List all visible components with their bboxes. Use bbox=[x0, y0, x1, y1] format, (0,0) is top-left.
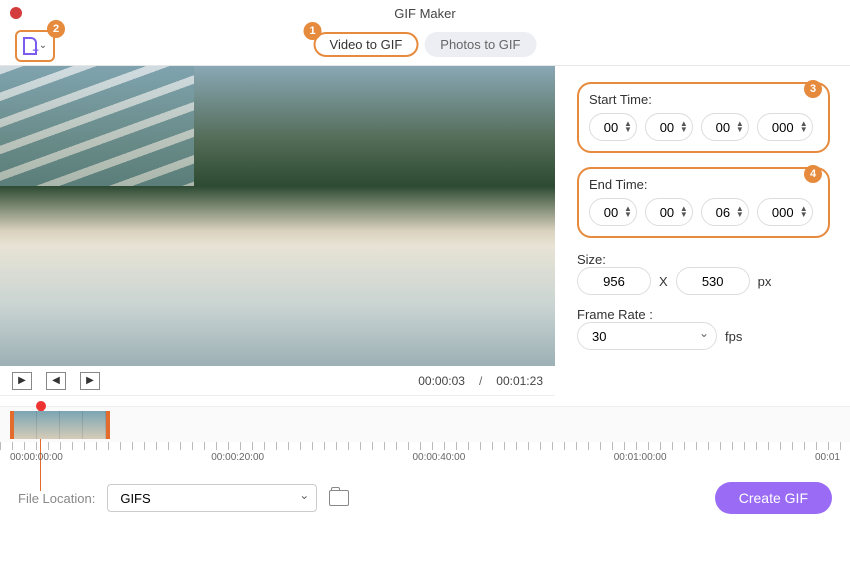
window-title: GIF Maker bbox=[394, 6, 455, 21]
document-plus-icon bbox=[23, 37, 37, 55]
clip-track[interactable] bbox=[0, 406, 850, 442]
height-input[interactable] bbox=[676, 267, 750, 295]
time-separator: / bbox=[479, 374, 482, 388]
file-location-label: File Location: bbox=[18, 491, 95, 506]
mode-tabs: 1 Video to GIF Photos to GIF bbox=[314, 32, 537, 57]
settings-panel: 3 Start Time: ▲▼ ▲▼ ▲▼ ▲▼ 4 End Time: ▲▼… bbox=[555, 66, 850, 396]
tab-label: Photos to GIF bbox=[440, 37, 520, 52]
current-time: 00:00:03 bbox=[418, 374, 465, 388]
step-back-button[interactable]: ◀ bbox=[46, 372, 66, 390]
stepper-arrows-icon[interactable]: ▲▼ bbox=[734, 121, 744, 133]
clip-thumb bbox=[14, 411, 37, 439]
file-location-select[interactable]: GIFS bbox=[107, 484, 317, 512]
toolbar: ⌄ 2 1 Video to GIF Photos to GIF bbox=[0, 26, 850, 66]
size-x-label: X bbox=[659, 274, 668, 289]
end-minutes-input[interactable] bbox=[656, 205, 678, 220]
callout-badge-2: 2 bbox=[47, 20, 65, 38]
stepper-arrows-icon[interactable]: ▲▼ bbox=[678, 121, 688, 133]
size-group: Size: X px bbox=[577, 252, 830, 295]
frame-rate-unit: fps bbox=[725, 329, 742, 344]
step-forward-button[interactable]: ▶ bbox=[80, 372, 100, 390]
clip-thumb bbox=[37, 411, 60, 439]
callout-badge-3: 3 bbox=[804, 80, 822, 98]
end-minutes-stepper[interactable]: ▲▼ bbox=[645, 198, 693, 226]
stepper-arrows-icon[interactable]: ▲▼ bbox=[622, 121, 632, 133]
create-gif-button[interactable]: Create GIF bbox=[715, 482, 832, 514]
size-unit-label: px bbox=[758, 274, 772, 289]
import-media-button[interactable]: ⌄ 2 bbox=[15, 30, 55, 62]
frame-rate-group: Frame Rate : 30 fps bbox=[577, 307, 830, 350]
frame-rate-label: Frame Rate : bbox=[577, 307, 653, 322]
clip-selection[interactable] bbox=[10, 411, 110, 439]
stepper-arrows-icon[interactable]: ▲▼ bbox=[734, 206, 744, 218]
ruler-mark: 00:00:20:00 bbox=[211, 452, 264, 478]
video-preview bbox=[0, 66, 555, 366]
start-ms-stepper[interactable]: ▲▼ bbox=[757, 113, 813, 141]
start-time-group: 3 Start Time: ▲▼ ▲▼ ▲▼ ▲▼ bbox=[577, 82, 830, 153]
stepper-arrows-icon[interactable]: ▲▼ bbox=[798, 121, 808, 133]
start-seconds-input[interactable] bbox=[712, 120, 734, 135]
ruler-ticks bbox=[0, 442, 850, 450]
ruler-mark: 00:01 bbox=[815, 452, 840, 478]
start-ms-input[interactable] bbox=[768, 120, 798, 135]
end-seconds-stepper[interactable]: ▲▼ bbox=[701, 198, 749, 226]
end-seconds-input[interactable] bbox=[712, 205, 734, 220]
end-ms-input[interactable] bbox=[768, 205, 798, 220]
stepper-arrows-icon[interactable]: ▲▼ bbox=[798, 206, 808, 218]
callout-badge-1: 1 bbox=[304, 22, 322, 40]
start-seconds-stepper[interactable]: ▲▼ bbox=[701, 113, 749, 141]
size-label: Size: bbox=[577, 252, 606, 267]
stepper-arrows-icon[interactable]: ▲▼ bbox=[678, 206, 688, 218]
start-time-label: Start Time: bbox=[589, 92, 818, 107]
ruler-mark: 00:00:40:00 bbox=[412, 452, 465, 478]
browse-folder-button[interactable] bbox=[329, 490, 349, 506]
end-hours-input[interactable] bbox=[600, 205, 622, 220]
close-window-button[interactable] bbox=[10, 7, 22, 19]
play-button[interactable]: ▶ bbox=[12, 372, 32, 390]
tab-video-to-gif[interactable]: 1 Video to GIF bbox=[314, 32, 419, 57]
start-hours-stepper[interactable]: ▲▼ bbox=[589, 113, 637, 141]
time-ruler: 00:00:00:00 00:00:20:00 00:00:40:00 00:0… bbox=[0, 442, 850, 468]
player-controls: ▶ ◀ ▶ 00:00:03 / 00:01:23 bbox=[0, 366, 555, 396]
total-duration: 00:01:23 bbox=[496, 374, 543, 388]
chevron-down-icon: ⌄ bbox=[39, 40, 47, 51]
callout-badge-4: 4 bbox=[804, 165, 822, 183]
tab-photos-to-gif[interactable]: Photos to GIF bbox=[424, 32, 536, 57]
stepper-arrows-icon[interactable]: ▲▼ bbox=[622, 206, 632, 218]
end-time-label: End Time: bbox=[589, 177, 818, 192]
width-input[interactable] bbox=[577, 267, 651, 295]
end-time-group: 4 End Time: ▲▼ ▲▼ ▲▼ ▲▼ bbox=[577, 167, 830, 238]
bottom-bar: File Location: GIFS Create GIF bbox=[0, 474, 850, 522]
tab-label: Video to GIF bbox=[330, 37, 403, 52]
end-ms-stepper[interactable]: ▲▼ bbox=[757, 198, 813, 226]
end-hours-stepper[interactable]: ▲▼ bbox=[589, 198, 637, 226]
clip-thumb bbox=[83, 411, 106, 439]
timeline[interactable]: 00:00:00:00 00:00:20:00 00:00:40:00 00:0… bbox=[0, 396, 850, 474]
title-bar: GIF Maker bbox=[0, 0, 850, 26]
ruler-mark: 00:00:00:00 bbox=[10, 452, 63, 478]
start-minutes-input[interactable] bbox=[656, 120, 678, 135]
clip-thumb bbox=[60, 411, 83, 439]
start-hours-input[interactable] bbox=[600, 120, 622, 135]
frame-rate-select[interactable]: 30 bbox=[577, 322, 717, 350]
ruler-mark: 00:01:00:00 bbox=[614, 452, 667, 478]
start-minutes-stepper[interactable]: ▲▼ bbox=[645, 113, 693, 141]
